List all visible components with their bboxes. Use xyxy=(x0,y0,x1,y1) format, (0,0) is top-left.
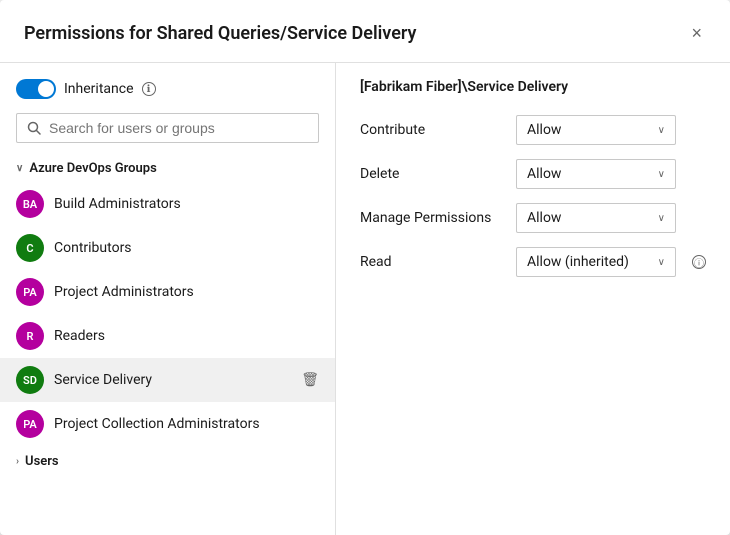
permission-select-text: Allow xyxy=(527,122,561,138)
avatar: SD xyxy=(16,366,44,394)
chevron-down-icon: ∨ xyxy=(658,169,665,180)
permission-select[interactable]: Allow (inherited) ∨ xyxy=(516,247,676,277)
avatar: BA xyxy=(16,190,44,218)
group-list: BA Build Administrators C Contributors PA Pro… xyxy=(0,182,335,446)
permission-row: Delete Allow ∨ xyxy=(360,159,706,189)
permission-label: Delete xyxy=(360,166,500,182)
avatar: PA xyxy=(16,278,44,306)
azure-devops-groups-header[interactable]: ∨ Azure DevOps Groups xyxy=(0,155,335,182)
permission-label: Contribute xyxy=(360,122,500,138)
permission-row: Manage Permissions Allow ∨ xyxy=(360,203,706,233)
close-button[interactable]: × xyxy=(687,20,706,46)
permission-label: Read xyxy=(360,254,500,270)
group-name: Build Administrators xyxy=(54,196,319,212)
avatar: R xyxy=(16,322,44,350)
dialog-title: Permissions for Shared Queries/Service D… xyxy=(24,23,416,44)
users-section-header[interactable]: › Users xyxy=(0,446,335,477)
right-panel: [Fabrikam Fiber]\Service Delivery Contri… xyxy=(336,63,730,535)
groups-chevron-icon: ∨ xyxy=(16,163,23,174)
group-item[interactable]: PA Project Collection Administrators xyxy=(0,402,335,446)
permission-select-text: Allow (inherited) xyxy=(527,254,629,270)
group-item[interactable]: R Readers xyxy=(0,314,335,358)
group-item[interactable]: BA Build Administrators xyxy=(0,182,335,226)
permission-select[interactable]: Allow ∨ xyxy=(516,159,676,189)
permission-select[interactable]: Allow ∨ xyxy=(516,115,676,145)
chevron-down-icon: ∨ xyxy=(658,213,665,224)
avatar: C xyxy=(16,234,44,262)
inheritance-row: Inheritance ℹ xyxy=(0,79,335,113)
dialog-header: Permissions for Shared Queries/Service D… xyxy=(0,0,730,63)
group-item[interactable]: SD Service Delivery 🗑 xyxy=(0,358,335,402)
chevron-down-icon: ∨ xyxy=(658,125,665,136)
delete-icon[interactable]: 🗑 xyxy=(301,372,319,388)
search-input[interactable] xyxy=(49,120,308,136)
permissions-list: ContributeAllow∨DeleteAllow∨Manage Permi… xyxy=(360,115,706,277)
left-panel: Inheritance ℹ ∨ Azure DevOps Groups BA Bu… xyxy=(0,63,336,535)
inheritance-info-icon[interactable]: ℹ xyxy=(142,82,156,96)
permission-info-icon[interactable]: ⓘ xyxy=(692,255,706,269)
group-item[interactable]: PA Project Administrators xyxy=(0,270,335,314)
group-name: Service Delivery xyxy=(54,372,291,388)
search-icon xyxy=(27,121,41,135)
users-chevron-icon: › xyxy=(16,456,19,467)
search-box[interactable] xyxy=(16,113,319,143)
group-name: Project Administrators xyxy=(54,284,319,300)
inheritance-label: Inheritance xyxy=(64,81,134,97)
inheritance-toggle[interactable] xyxy=(16,79,56,99)
permission-select-text: Allow xyxy=(527,210,561,226)
permission-row: Read Allow (inherited) ∨ ⓘ xyxy=(360,247,706,277)
group-item[interactable]: C Contributors xyxy=(0,226,335,270)
groups-header-label: Azure DevOps Groups xyxy=(29,161,156,176)
avatar: PA xyxy=(16,410,44,438)
permission-select-text: Allow xyxy=(527,166,561,182)
permission-label: Manage Permissions xyxy=(360,210,500,226)
dialog-body: Inheritance ℹ ∨ Azure DevOps Groups BA Bu… xyxy=(0,63,730,535)
group-name: Project Collection Administrators xyxy=(54,416,319,432)
permissions-dialog: Permissions for Shared Queries/Service D… xyxy=(0,0,730,535)
context-title: [Fabrikam Fiber]\Service Delivery xyxy=(360,79,706,95)
permission-row: Contribute Allow ∨ xyxy=(360,115,706,145)
users-section-label: Users xyxy=(25,454,59,469)
group-name: Contributors xyxy=(54,240,319,256)
permission-select[interactable]: Allow ∨ xyxy=(516,203,676,233)
group-name: Readers xyxy=(54,328,319,344)
chevron-down-icon: ∨ xyxy=(658,257,665,268)
